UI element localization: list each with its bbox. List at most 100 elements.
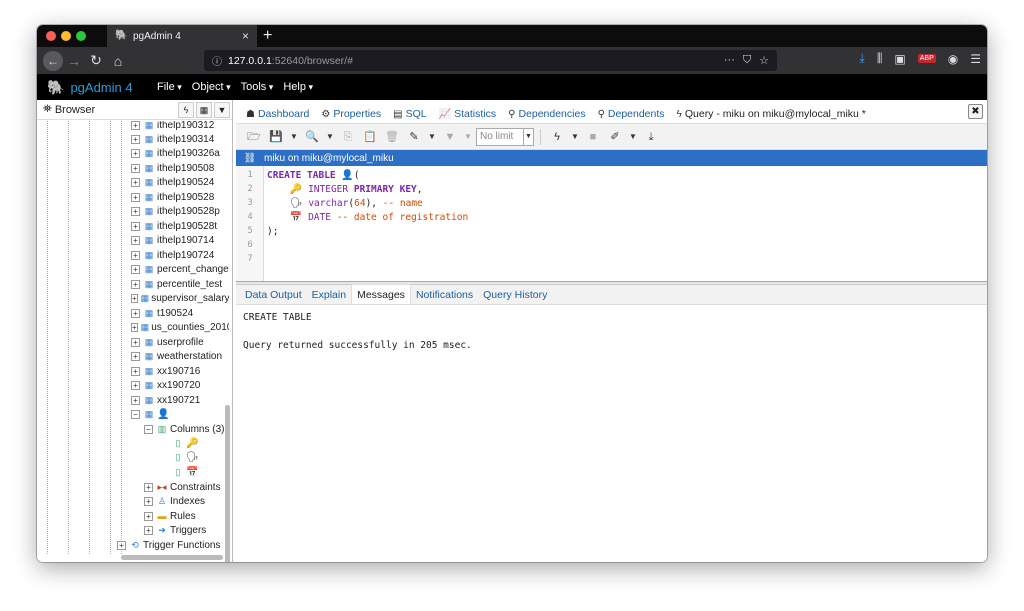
tab-data-output[interactable]: Data Output: [240, 289, 307, 304]
expand-icon[interactable]: +: [131, 177, 140, 187]
expand-icon[interactable]: +: [131, 308, 140, 318]
edit-dropdown-icon[interactable]: ▼: [426, 128, 438, 146]
tree-item-table[interactable]: + ▦ ithelp190312: [131, 121, 214, 132]
expand-icon[interactable]: +: [117, 540, 126, 550]
tab-query-history[interactable]: Query History: [478, 289, 552, 304]
tab-properties[interactable]: ⚙ Properties: [315, 108, 387, 123]
tab-close-icon[interactable]: ×: [242, 29, 249, 43]
adblock-icon[interactable]: ABP: [917, 54, 936, 63]
tree-item-indexes[interactable]: + ♙ Indexes: [144, 494, 205, 508]
tree-item-column[interactable]: ▯ 📅: [172, 465, 199, 479]
execute-icon[interactable]: ϟ: [547, 128, 567, 146]
expand-icon[interactable]: +: [131, 366, 140, 376]
tree-item-rules[interactable]: + ▬ Rules: [144, 509, 196, 523]
site-info-icon[interactable]: ⓘ: [212, 53, 222, 68]
account-icon[interactable]: ◉: [948, 52, 958, 66]
pocket-icon[interactable]: ⛉: [743, 54, 751, 67]
menu-object[interactable]: Object: [192, 81, 231, 93]
menu-hamburger-icon[interactable]: ☰: [970, 52, 981, 66]
home-icon[interactable]: ⌂: [107, 53, 129, 69]
tab-dependencies[interactable]: ⚲ Dependencies: [502, 108, 591, 123]
expand-icon[interactable]: +: [131, 206, 140, 216]
expand-icon[interactable]: +: [131, 380, 140, 390]
tab-statistics[interactable]: 📈 Statistics: [433, 108, 502, 123]
tree-item-triggers[interactable]: + ➜ Triggers: [144, 523, 206, 537]
execute-dropdown-icon[interactable]: ▼: [569, 128, 581, 146]
close-window-button[interactable]: [46, 31, 56, 41]
view-data-icon[interactable]: ▦: [196, 101, 212, 118]
sidebar-icon[interactable]: ▣: [894, 52, 905, 66]
chevron-down-icon[interactable]: ▼: [523, 128, 533, 145]
tab-query[interactable]: ϟ Query - miku on miku@mylocal_miku *: [670, 108, 872, 123]
menu-help[interactable]: Help: [283, 81, 313, 93]
new-tab-button[interactable]: +: [263, 26, 272, 46]
tree-item-table[interactable]: + ▦ percent_change: [131, 262, 229, 276]
expand-icon[interactable]: +: [131, 351, 140, 361]
filter-icon[interactable]: ▼: [214, 101, 230, 118]
expand-icon[interactable]: +: [131, 134, 140, 144]
expand-icon[interactable]: +: [131, 192, 140, 202]
paste-icon[interactable]: 📋: [360, 128, 380, 146]
tab-dependents[interactable]: ⚲ Dependents: [592, 108, 671, 123]
tree-item-table[interactable]: + ▦ ithelp190314: [131, 132, 214, 146]
tab-dashboard[interactable]: ☗ Dashboard: [240, 108, 315, 123]
sql-editor[interactable]: 1 CREATE TABLE 👤( 2 🔑 INTEGER PRIMARY KEY…: [236, 166, 987, 282]
expand-icon[interactable]: +: [131, 293, 138, 303]
expand-icon[interactable]: +: [131, 322, 138, 332]
tree-item-table[interactable]: + ▦ weatherstation: [131, 349, 222, 363]
tree-item-table[interactable]: + ▦ ithelp190528p: [131, 204, 220, 218]
expand-icon[interactable]: +: [144, 482, 153, 492]
expand-icon[interactable]: +: [131, 121, 140, 130]
library-icon[interactable]: ⫼: [877, 51, 883, 66]
tree-item-table[interactable]: + ▦ supervisor_salary: [131, 291, 229, 305]
download-csv-icon[interactable]: ⤓: [641, 128, 661, 146]
expand-icon[interactable]: +: [131, 163, 140, 173]
reload-icon[interactable]: ↻: [85, 52, 107, 69]
expand-icon[interactable]: +: [131, 148, 140, 158]
bookmark-star-icon[interactable]: ☆: [759, 54, 769, 67]
browser-tab[interactable]: 🐘 pgAdmin 4 ×: [107, 25, 257, 47]
tree-item-table[interactable]: + ▦ xx190716: [131, 364, 200, 378]
connection-status-icon[interactable]: ⛓: [236, 153, 264, 164]
edit-icon[interactable]: ✎: [404, 128, 424, 146]
maximize-window-button[interactable]: [76, 31, 86, 41]
tree-item-trigger-functions[interactable]: + ⟲ Trigger Functions: [117, 538, 220, 552]
forward-arrow-icon[interactable]: →: [63, 53, 85, 69]
tab-sql[interactable]: ▤ SQL: [387, 108, 432, 123]
url-bar[interactable]: ⓘ 127.0.0.1 :52640/browser/# ··· ⛉ ☆: [204, 50, 777, 71]
close-panel-icon[interactable]: ✖: [968, 104, 983, 119]
expand-icon[interactable]: +: [144, 511, 153, 521]
row-limit-select[interactable]: No limit ▼: [476, 127, 534, 146]
tree-item-table[interactable]: + ▦ ithelp190714: [131, 233, 214, 247]
tree-vertical-scrollbar[interactable]: [225, 405, 230, 562]
tree-item-table[interactable]: + ▦ ithelp190326a: [131, 146, 220, 160]
tree-item-table[interactable]: + ▦ ithelp190724: [131, 248, 214, 262]
filter-dropdown-icon[interactable]: ▼: [462, 128, 474, 146]
tree-item-table[interactable]: + ▦ ithelp190524: [131, 175, 214, 189]
clear-icon[interactable]: ✐: [605, 128, 625, 146]
expand-icon[interactable]: +: [131, 264, 140, 274]
find-dropdown-icon[interactable]: ▼: [324, 128, 336, 146]
open-file-icon[interactable]: 🗁: [244, 128, 264, 146]
tree-item-table[interactable]: + ▦ userprofile: [131, 335, 204, 349]
collapse-icon[interactable]: −: [144, 424, 153, 434]
tree-item-column[interactable]: ▯ 🔑: [172, 436, 199, 450]
tree-horizontal-scrollbar[interactable]: [121, 555, 223, 560]
tree-item-column[interactable]: ▯ 🗣: [172, 450, 199, 464]
expand-icon[interactable]: +: [131, 279, 140, 289]
tree-item-table[interactable]: + ▦ us_counties_2010: [131, 320, 229, 334]
clear-dropdown-icon[interactable]: ▼: [627, 128, 639, 146]
back-arrow-icon[interactable]: ←: [43, 50, 63, 71]
copy-icon[interactable]: ⎘: [338, 128, 358, 146]
tree-item-table[interactable]: + ▦ percentile_test: [131, 277, 222, 291]
expand-icon[interactable]: +: [131, 337, 140, 347]
find-icon[interactable]: 🔍: [302, 128, 322, 146]
tree-item-constraints[interactable]: + ▸◂ Constraints: [144, 480, 221, 494]
query-tool-icon[interactable]: ϟ: [178, 101, 194, 118]
expand-icon[interactable]: +: [131, 235, 140, 245]
delete-icon[interactable]: 🗑: [382, 128, 402, 146]
tree-item-table[interactable]: + ▦ xx190720: [131, 378, 200, 392]
tree-item-table[interactable]: + ▦ ithelp190528: [131, 190, 214, 204]
tree-item-table[interactable]: + ▦ xx190721: [131, 393, 200, 407]
tree-item-table[interactable]: + ▦ ithelp190508: [131, 161, 214, 175]
